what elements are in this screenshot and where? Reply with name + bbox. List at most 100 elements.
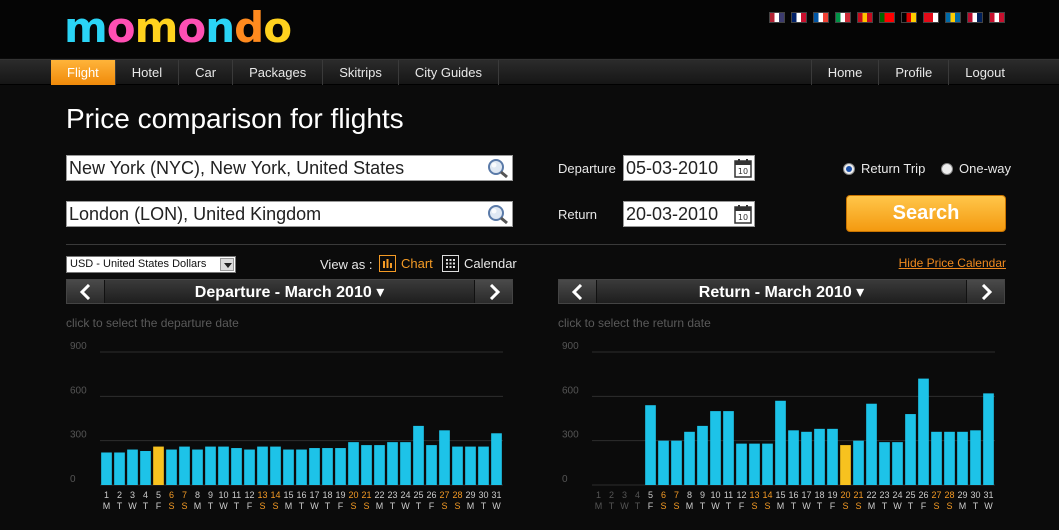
price-bar-30[interactable] [478,446,489,485]
day-label[interactable]: 5 [156,490,161,500]
price-bar-4[interactable] [140,451,151,485]
day-label[interactable]: 2 [117,490,122,500]
price-bar-19[interactable] [827,428,838,485]
currency-select[interactable]: USD - United States Dollars [66,256,236,273]
price-bar-26[interactable] [426,445,437,485]
day-label[interactable]: 9 [700,490,705,500]
day-label[interactable]: 28 [944,490,954,500]
day-label[interactable]: 10 [710,490,720,500]
nav-item-logout[interactable]: Logout [948,60,1021,85]
day-label[interactable]: 31 [983,490,993,500]
price-bar-10[interactable] [710,411,721,485]
price-bar-10[interactable] [218,446,229,485]
price-bar-5[interactable] [153,446,164,485]
day-label[interactable]: 6 [661,490,666,500]
day-label[interactable]: 1 [104,490,109,500]
day-label[interactable]: 27 [439,490,449,500]
dk-flag-icon[interactable] [989,12,1005,23]
es-flag-icon[interactable] [857,12,873,23]
us-flag-icon[interactable] [769,12,785,23]
return-month-title[interactable]: Return - March 2010 ▾ [559,282,1004,302]
nav-item-car[interactable]: Car [179,60,234,85]
day-label[interactable]: 19 [335,490,345,500]
price-bar-27[interactable] [439,430,450,485]
day-label[interactable]: 15 [283,490,293,500]
day-label[interactable]: 14 [270,490,280,500]
day-label[interactable]: 4 [635,490,640,500]
day-label[interactable]: 17 [309,490,319,500]
uk-flag-icon[interactable] [791,12,807,23]
price-bar-13[interactable] [749,443,760,485]
day-label[interactable]: 11 [724,490,733,500]
price-bar-7[interactable] [671,440,682,485]
de-flag-icon[interactable] [901,12,917,23]
day-label[interactable]: 24 [400,490,410,500]
nav-item-hotel[interactable]: Hotel [116,60,180,85]
departure-next-month-button[interactable] [474,280,512,303]
day-label[interactable]: 20 [348,490,358,500]
price-bar-16[interactable] [296,449,307,485]
origin-input[interactable]: New York (NYC), New York, United States [66,155,513,181]
day-label[interactable]: 12 [736,490,746,500]
price-bar-21[interactable] [853,440,864,485]
day-label[interactable]: 18 [814,490,824,500]
price-bar-12[interactable] [736,443,747,485]
day-label[interactable]: 1 [596,490,601,500]
price-bar-15[interactable] [283,449,294,485]
nav-item-profile[interactable]: Profile [878,60,948,85]
price-bar-12[interactable] [244,449,255,485]
price-bar-5[interactable] [645,405,656,485]
day-label[interactable]: 23 [879,490,889,500]
view-calendar-toggle[interactable]: Calendar [442,255,517,272]
fr-flag-icon[interactable] [813,12,829,23]
day-label[interactable]: 16 [788,490,798,500]
price-bar-23[interactable] [387,442,398,485]
price-bar-19[interactable] [335,448,346,485]
return-trip-radio[interactable]: Return Trip [843,161,925,176]
price-bar-25[interactable] [905,414,916,485]
price-bar-11[interactable] [231,448,242,485]
price-bar-23[interactable] [879,442,890,485]
price-bar-25[interactable] [413,425,424,485]
search-button[interactable]: Search [846,195,1006,232]
price-bar-17[interactable] [309,448,320,485]
price-bar-15[interactable] [775,400,786,485]
price-bar-29[interactable] [957,431,968,485]
price-bar-7[interactable] [179,446,190,485]
price-bar-26[interactable] [918,378,929,485]
calendar-icon[interactable]: 10 [734,204,752,224]
day-label[interactable]: 28 [452,490,462,500]
price-bar-9[interactable] [205,446,216,485]
day-label[interactable]: 7 [674,490,679,500]
day-label[interactable]: 16 [296,490,306,500]
day-label[interactable]: 8 [195,490,200,500]
day-label[interactable]: 23 [387,490,397,500]
day-label[interactable]: 4 [143,490,148,500]
price-bar-28[interactable] [452,446,463,485]
price-bar-18[interactable] [814,428,825,485]
hide-price-calendar-link[interactable]: Hide Price Calendar [899,256,1006,270]
one-way-radio[interactable]: One-way [941,161,1011,176]
price-bar-21[interactable] [361,445,372,485]
price-bar-24[interactable] [400,442,411,485]
search-magnifier-icon[interactable] [486,203,510,225]
price-bar-8[interactable] [684,431,695,485]
departure-date-input[interactable]: 05-03-2010 10 [623,155,755,181]
price-bar-6[interactable] [658,440,669,485]
day-label[interactable]: 13 [749,490,759,500]
day-label[interactable]: 31 [491,490,501,500]
price-bar-11[interactable] [723,411,734,485]
calendar-icon[interactable]: 10 [734,158,752,178]
destination-input[interactable]: London (LON), United Kingdom [66,201,513,227]
price-bar-29[interactable] [465,446,476,485]
price-bar-28[interactable] [944,431,955,485]
day-label[interactable]: 25 [905,490,915,500]
price-bar-2[interactable] [114,452,125,485]
day-label[interactable]: 30 [478,490,488,500]
search-magnifier-icon[interactable] [486,157,510,179]
tr-flag-icon[interactable] [923,12,939,23]
day-label[interactable]: 21 [361,490,371,500]
day-label[interactable]: 8 [687,490,692,500]
day-label[interactable]: 9 [208,490,213,500]
return-date-input[interactable]: 20-03-2010 10 [623,201,755,227]
